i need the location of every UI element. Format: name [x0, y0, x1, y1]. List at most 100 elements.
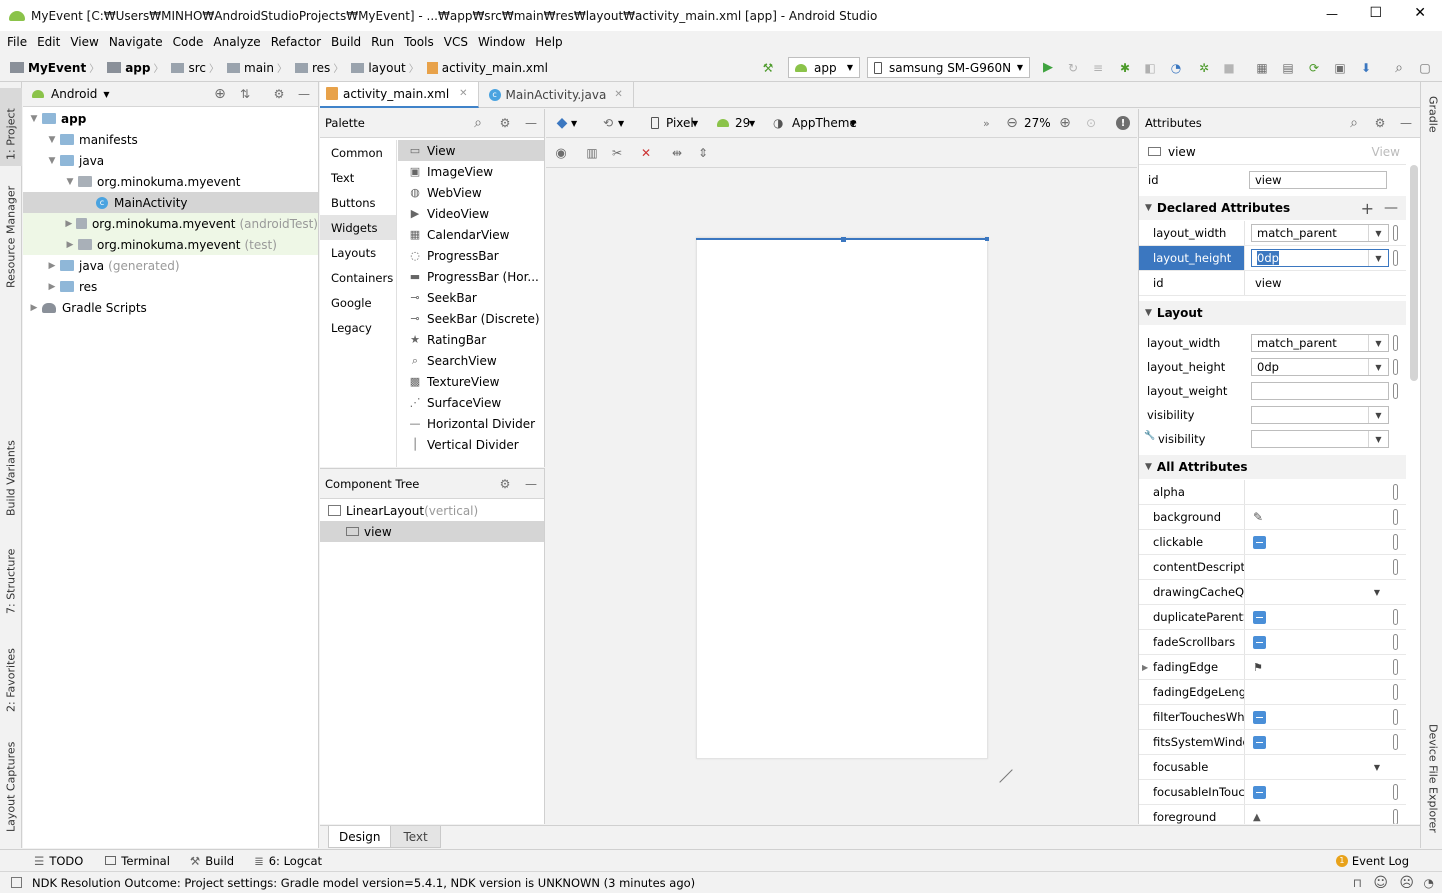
project-view-select[interactable]: Android — [51, 87, 97, 101]
reference-marker-icon[interactable] — [1393, 359, 1398, 375]
attribute-row[interactable]: fitsSystemWindow — [1139, 730, 1406, 755]
reference-marker-icon[interactable] — [1393, 609, 1398, 625]
menu-help[interactable]: Help — [535, 35, 562, 49]
menu-code[interactable]: Code — [173, 35, 204, 49]
zoom-out-icon[interactable]: ⊖ — [1004, 115, 1020, 131]
attribute-row[interactable]: layout_height 0dp ▼ — [1139, 246, 1406, 271]
hector-icon[interactable]: ◔ — [1424, 876, 1434, 890]
palette-category-layouts[interactable]: Layouts — [320, 240, 396, 265]
menu-run[interactable]: Run — [371, 35, 394, 49]
tab-resource-manager[interactable]: Resource Manager — [0, 174, 22, 294]
settings-toolbar-icon[interactable]: ▢ — [1417, 60, 1433, 76]
declared-attributes-section[interactable]: ▼ Declared Attributes + — — [1139, 196, 1406, 220]
attribute-row[interactable]: visibility ▼ 🔧 — [1139, 427, 1406, 451]
pack-icon[interactable]: ⇹ — [669, 145, 685, 161]
palette-category-common[interactable]: Common — [320, 140, 396, 165]
expand-icon[interactable]: ▼ — [46, 135, 58, 145]
attribute-value[interactable]: ▼ — [1245, 580, 1406, 604]
tree-item[interactable]: ▶ org.minokuma.myevent (androidTest) — [23, 213, 318, 234]
palette-item[interactable]: ◌ ProgressBar — [398, 245, 544, 266]
sync-icon[interactable]: ⟳ — [1306, 60, 1322, 76]
menu-analyze[interactable]: Analyze — [213, 35, 260, 49]
color-picker-icon[interactable]: ✎ — [1253, 510, 1263, 524]
locate-icon[interactable]: ⊕ — [212, 86, 228, 102]
breadcrumb-item[interactable]: main 〉 — [227, 60, 287, 75]
hide-icon[interactable]: — — [1398, 115, 1414, 131]
palette-item[interactable]: ◍ WebView — [398, 182, 544, 203]
tab-structure[interactable]: 7: Structure — [0, 540, 22, 620]
coverage-icon[interactable]: ◧ — [1142, 60, 1158, 76]
tree-item[interactable]: ▶ res — [23, 276, 318, 297]
boolean-toggle-icon[interactable] — [1253, 635, 1266, 649]
chevron-down-icon[interactable]: ▼ — [1368, 431, 1388, 447]
remove-icon[interactable]: — — [1384, 200, 1398, 216]
tab-favorites[interactable]: 2: Favorites — [0, 634, 22, 718]
sdk-icon[interactable]: ⬇ — [1358, 60, 1374, 76]
attribute-row[interactable]: filterTouchesWhen — [1139, 705, 1406, 730]
breadcrumb-item[interactable]: res 〉 — [295, 60, 343, 75]
attribute-value[interactable]: match_parent ▼ — [1245, 221, 1406, 245]
reference-marker-icon[interactable] — [1393, 383, 1398, 399]
chevron-down-icon[interactable]: ▼ — [1368, 225, 1388, 241]
reference-marker-icon[interactable] — [1393, 225, 1398, 241]
breadcrumb-item[interactable]: app 〉 — [107, 60, 163, 75]
palette-item[interactable]: ▦ CalendarView — [398, 224, 544, 245]
attribute-value[interactable]: ▼ — [1245, 755, 1406, 779]
stop-icon[interactable]: ■ — [1221, 60, 1237, 76]
tab-project[interactable]: 1: Project — [0, 88, 22, 166]
resize-handle[interactable] — [985, 237, 989, 241]
boolean-toggle-icon[interactable] — [1253, 710, 1266, 724]
tab-text[interactable]: Text — [391, 826, 441, 848]
event-log-tab[interactable]: 1 Event Log — [1335, 854, 1409, 868]
eye-icon[interactable]: ◉ — [553, 145, 569, 161]
attach-debugger-icon[interactable]: ✲ — [1196, 60, 1212, 76]
attribute-value[interactable] — [1245, 730, 1406, 754]
chevron-down-icon[interactable]: ▼ — [692, 119, 698, 128]
collapse-icon[interactable]: ▶ — [46, 261, 58, 271]
boolean-toggle-icon[interactable] — [1253, 785, 1266, 799]
attribute-row[interactable]: fadingEdge ⚑ ▶ — [1139, 655, 1406, 680]
attribute-value[interactable]: ⚑ — [1245, 655, 1406, 679]
attribute-combo[interactable]: match_parent ▼ — [1251, 334, 1389, 352]
menu-refactor[interactable]: Refactor — [271, 35, 321, 49]
tab-device-file-explorer[interactable]: Device File Explorer — [1420, 718, 1442, 840]
zoom-in-icon[interactable]: ⊕ — [1057, 115, 1073, 131]
attribute-row[interactable]: layout_width match_parent ▼ — [1139, 221, 1406, 246]
menu-tools[interactable]: Tools — [404, 35, 434, 49]
palette-item[interactable]: ▶ VideoView — [398, 203, 544, 224]
tree-item[interactable]: ▶ Gradle Scripts — [23, 297, 318, 318]
gear-icon[interactable]: ⚙ — [497, 476, 513, 492]
attribute-row[interactable]: focusable ▼ — [1139, 755, 1406, 780]
attribute-row[interactable]: layout_height 0dp ▼ — [1139, 355, 1406, 379]
attribute-value[interactable]: ▲ — [1245, 805, 1406, 824]
chevron-down-icon[interactable]: ▼ — [1368, 407, 1388, 423]
layers-icon[interactable]: ◆ — [554, 115, 570, 131]
attribute-combo[interactable]: 0dp ▼ — [1251, 358, 1389, 376]
collapse-icon[interactable]: ▶ — [64, 219, 74, 229]
run-icon[interactable]: ▶ — [1040, 60, 1056, 76]
attribute-value[interactable] — [1245, 480, 1406, 504]
tab-build-variants[interactable]: Build Variants — [0, 428, 22, 522]
reference-marker-icon[interactable] — [1393, 709, 1398, 725]
minimize-button[interactable]: — — [1326, 7, 1338, 21]
attribute-value[interactable] — [1245, 379, 1406, 403]
palette-item[interactable]: ★ RatingBar — [398, 329, 544, 350]
device-select[interactable]: samsung SM-G960N ▼ — [867, 57, 1030, 78]
reference-marker-icon[interactable] — [1393, 634, 1398, 650]
reference-marker-icon[interactable] — [1393, 250, 1398, 266]
attribute-row[interactable]: clickable — [1139, 530, 1406, 555]
search-icon[interactable]: ⌕ — [1391, 60, 1407, 76]
menu-build[interactable]: Build — [331, 35, 361, 49]
device-frame[interactable] — [696, 237, 989, 759]
attribute-row[interactable]: visibility ▼ — [1139, 403, 1406, 427]
attribute-value[interactable]: 0dp ▼ — [1245, 246, 1406, 270]
boolean-toggle-icon[interactable] — [1253, 610, 1266, 624]
palette-item[interactable]: — Horizontal Divider — [398, 413, 544, 434]
menu-navigate[interactable]: Navigate — [109, 35, 163, 49]
expand-icon[interactable]: ▼ — [64, 177, 76, 187]
clear-constraints-icon[interactable]: ✕ — [638, 145, 654, 161]
device-dropdown[interactable]: Pixel — [666, 116, 694, 130]
apply-code-changes-icon[interactable]: ≡ — [1090, 60, 1106, 76]
attribute-value[interactable]: ▼ — [1245, 403, 1406, 427]
collapse-all-icon[interactable]: ⇅ — [237, 86, 253, 102]
